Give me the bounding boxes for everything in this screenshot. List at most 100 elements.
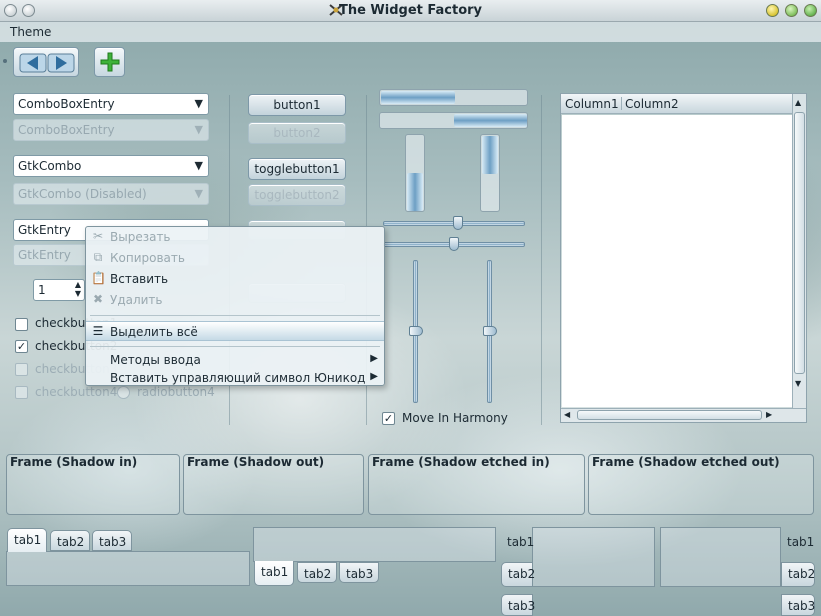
menu-separator (90, 346, 380, 347)
vertical-scroll-thumb[interactable] (794, 112, 805, 374)
progressbar-v-2 (480, 134, 500, 212)
column1-header[interactable]: Column1 (565, 97, 619, 111)
move-in-harmony-label[interactable]: Move In Harmony (402, 411, 508, 425)
menu-item-select-all[interactable]: ☰ Выделить всё (86, 321, 384, 341)
toolbar-grip[interactable] (3, 59, 7, 63)
scroll-right-icon[interactable]: ▶ (766, 410, 772, 419)
paste-icon: 📋 (91, 271, 106, 285)
scroll-down-icon[interactable]: ▼ (795, 379, 801, 388)
menu-item-input-methods[interactable]: Методы ввода ▶ (86, 350, 384, 370)
spin-button[interactable]: 1 ▲ ▼ (33, 279, 85, 301)
gtkentry-text: GtkEntry (18, 223, 71, 237)
gtkcombo-disabled: GtkCombo (Disabled) ▼ (13, 183, 209, 205)
notebook-right-tab1[interactable]: tab1 (781, 530, 815, 556)
togglebutton2: togglebutton2 (248, 184, 346, 206)
scroll-up-icon[interactable]: ▲ (795, 98, 801, 107)
togglebutton1[interactable]: togglebutton1 (248, 158, 346, 180)
move-in-harmony-box[interactable]: ✓ (382, 412, 395, 425)
gtkentry-disabled-text: GtkEntry (18, 248, 71, 262)
gtkcombo-disabled-text: GtkCombo (Disabled) (18, 187, 147, 201)
notebook-top-tab3[interactable]: tab3 (92, 530, 132, 551)
frame-shadow-in-label: Frame (Shadow in) (10, 455, 138, 469)
hscale-2-slider[interactable] (449, 237, 459, 251)
add-button[interactable] (94, 47, 125, 77)
minimize-button[interactable] (766, 4, 779, 17)
notebook-left-panel (532, 527, 655, 587)
chevron-down-icon[interactable]: ▼ (195, 97, 203, 110)
horizontal-scroll-thumb[interactable] (577, 410, 762, 420)
progressbar-v-2-fill (482, 136, 498, 174)
checkbutton2-box[interactable]: ✓ (15, 340, 28, 353)
checkbutton3-box (15, 363, 28, 376)
comboboxentry-text: ComboBoxEntry (18, 97, 115, 111)
column2-header[interactable]: Column2 (625, 97, 679, 111)
notebook-bottom-tab3[interactable]: tab3 (339, 562, 379, 583)
frame-shadow-out: Frame (Shadow out) (183, 454, 364, 515)
hscale-1-slider[interactable] (453, 216, 463, 230)
menu-item-input-methods-label: Методы ввода (110, 353, 201, 367)
column-divider (621, 97, 622, 110)
progressbar-1 (379, 89, 528, 106)
menu-item-cut-label: Вырезать (110, 230, 171, 244)
horizontal-scrollbar[interactable]: ◀ ▶ (561, 408, 806, 422)
spin-value: 1 (38, 283, 46, 297)
plus-icon (100, 52, 120, 72)
close-button[interactable] (804, 4, 817, 17)
notebook-top-tab1[interactable]: tab1 (7, 528, 47, 552)
title-bar: The Widget Factory (0, 0, 821, 22)
frame-shadow-etched-in: Frame (Shadow etched in) (368, 454, 585, 515)
menu-item-paste-label: Вставить (110, 272, 169, 286)
menu-theme[interactable]: Theme (10, 25, 51, 39)
checkbutton1-box[interactable] (15, 318, 28, 331)
progressbar-v-1 (405, 134, 425, 212)
chevron-down-icon: ▼ (194, 187, 203, 200)
spin-arrows-icon[interactable]: ▲ ▼ (75, 280, 81, 298)
button1[interactable]: button1 (248, 94, 346, 116)
notebook-right-tab2[interactable]: tab2 (781, 562, 815, 587)
chevron-down-icon: ▼ (194, 123, 203, 136)
menu-item-select-all-label: Выделить всё (110, 325, 198, 339)
tree-body[interactable] (562, 115, 793, 407)
chevron-right-icon: ▶ (370, 371, 378, 382)
media-nav-button[interactable] (13, 47, 79, 77)
progressbar-2 (379, 112, 528, 129)
menu-item-delete-label: Удалить (110, 293, 163, 307)
menu-item-delete: ✖ Удалить (86, 290, 384, 310)
menu-item-copy: ⧉ Копировать (86, 248, 384, 268)
menu-item-insert-unicode-label: Вставить управляющий символ Юникод (110, 371, 366, 385)
tree-view[interactable]: Column1 Column2 ▲ ▼ ◀ ▶ (560, 93, 807, 423)
scroll-left-icon[interactable]: ◀ (564, 410, 570, 419)
chevron-right-icon: ▶ (370, 353, 378, 364)
gtkcombo[interactable]: GtkCombo ▼ (13, 155, 209, 177)
menu-item-paste[interactable]: 📋 Вставить (86, 269, 384, 289)
notebook-top-panel (6, 551, 250, 586)
vscale-2-slider[interactable] (483, 326, 497, 336)
delete-icon: ✖ (92, 292, 104, 306)
notebook-top-tab2[interactable]: tab2 (50, 530, 90, 551)
progressbar-v-1-fill (407, 173, 423, 211)
vscale-1-slider[interactable] (409, 326, 423, 336)
checkbutton4-box (15, 386, 28, 399)
copy-icon: ⧉ (93, 250, 103, 264)
menu-bar: Theme (0, 22, 821, 42)
window-title: The Widget Factory (338, 3, 483, 18)
notebook-left-tab1[interactable]: tab1 (500, 530, 534, 556)
vertical-scrollbar[interactable]: ▲ ▼ (792, 94, 806, 409)
frame-shadow-in: Frame (Shadow in) (6, 454, 180, 515)
frame-shadow-etched-out: Frame (Shadow etched out) (588, 454, 814, 515)
progressbar-2-fill (454, 114, 527, 127)
notebook-right-tab3[interactable]: tab3 (781, 594, 815, 616)
notebook-bottom-tab2[interactable]: tab2 (297, 562, 337, 583)
tree-header: Column1 Column2 (561, 94, 793, 114)
menu-item-insert-unicode[interactable]: Вставить управляющий символ Юникод ▶ (86, 368, 384, 388)
maximize-button[interactable] (785, 4, 798, 17)
separator (541, 95, 542, 425)
progressbar-1-fill (381, 91, 455, 104)
notebook-bottom-tab1[interactable]: tab1 (254, 561, 294, 586)
gtkcombo-text: GtkCombo (18, 159, 82, 173)
menu-item-copy-label: Копировать (110, 251, 185, 265)
notebook-left-tab3[interactable]: tab3 (501, 594, 535, 616)
chevron-down-icon[interactable]: ▼ (195, 159, 203, 172)
notebook-left-tab2[interactable]: tab2 (501, 562, 535, 587)
comboboxentry[interactable]: ComboBoxEntry ▼ (13, 93, 209, 115)
